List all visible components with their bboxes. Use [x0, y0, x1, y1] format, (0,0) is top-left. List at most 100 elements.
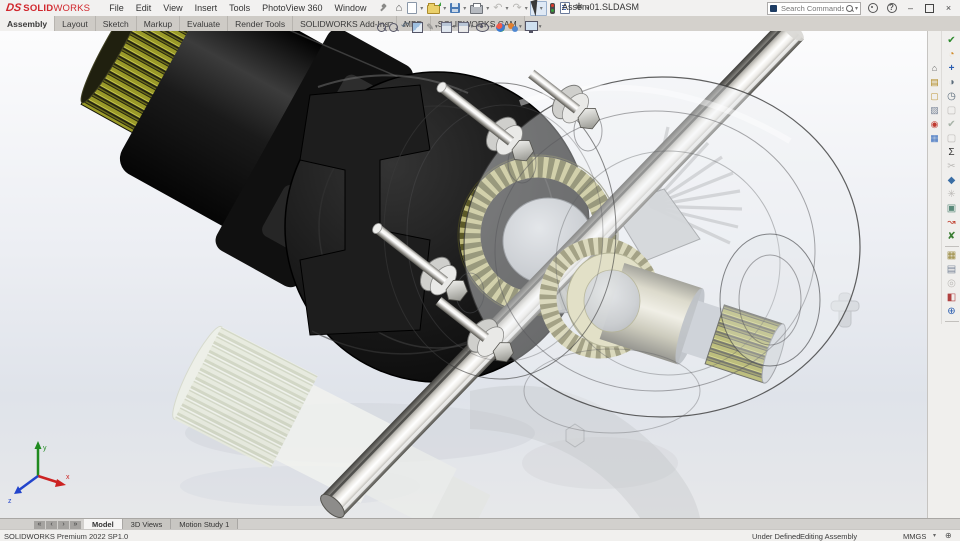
units-selector[interactable]: MMGS [903, 532, 926, 541]
scroll-first-button[interactable]: « [34, 520, 45, 529]
menu-edit[interactable]: Edit [131, 2, 157, 14]
tab-render-tools[interactable]: Render Tools [228, 16, 294, 31]
curvature-icon[interactable]: ▢ [947, 104, 956, 118]
title-bar: DS SOLID WORKS File Edit View Insert Tool… [0, 0, 960, 17]
tab-markup[interactable]: Markup [136, 16, 181, 31]
save-caret[interactable]: ▾ [463, 5, 466, 12]
globe-icon[interactable]: ⊕ [945, 531, 952, 540]
spell-checker-icon[interactable]: ✔ [947, 34, 955, 48]
new-document-button[interactable] [405, 1, 419, 15]
performance-evaluation-icon[interactable]: ◷ [947, 90, 956, 104]
deviation-icon[interactable]: ▢ [947, 132, 956, 146]
scroll-last-button[interactable]: » [70, 520, 81, 529]
rebuild-button[interactable] [548, 1, 557, 15]
search-icon[interactable] [845, 5, 853, 12]
ds-logo-icon: DS [5, 2, 23, 14]
undo-button[interactable]: ↶ [491, 1, 504, 15]
file-explorer-tab[interactable]: ▢ [930, 91, 939, 101]
view-settings-button[interactable]: ▾ [524, 21, 542, 33]
scroll-prev-button[interactable]: ‹ [46, 520, 57, 529]
new-caret[interactable]: ▾ [420, 5, 423, 12]
tools-toolbar: ✔ ◔ + ◑ ◷ ▢ ✔ ▢ Σ ✂ ◆ ✳ ▣ ↝ ✘ ▦ ▤ ◎ ◧ ⊕ [941, 31, 960, 324]
menu-view[interactable]: View [158, 2, 187, 14]
section-view-icon[interactable]: ▤ [947, 263, 956, 277]
costing-icon[interactable]: ◆ [948, 174, 956, 188]
zoom-to-area-button[interactable] [388, 21, 398, 32]
add-icon[interactable]: ⊕ [947, 305, 955, 319]
tab-evaluate[interactable]: Evaluate [180, 16, 229, 31]
search-caret-icon[interactable]: ▾ [855, 5, 858, 12]
zoom-to-fit-button[interactable] [377, 22, 386, 32]
triad-z-label: z [8, 498, 12, 505]
redo-button[interactable]: ↷ [510, 1, 523, 15]
print-caret[interactable]: ▾ [486, 5, 489, 12]
menu-window[interactable]: Window [330, 2, 372, 14]
previous-view-button[interactable]: ↶ [401, 22, 409, 32]
eye-icon [476, 22, 490, 32]
menu-file[interactable]: File [104, 2, 129, 14]
equations-icon[interactable]: Σ [948, 146, 954, 160]
mass-properties-icon[interactable]: ◑ [948, 76, 954, 90]
view-cube-icon [440, 21, 452, 33]
pin-menu-icon[interactable] [378, 3, 388, 13]
trim-icon[interactable]: ✂ [947, 160, 955, 174]
resources-tab[interactable]: ⌂ [932, 63, 937, 73]
section-view-button[interactable] [412, 21, 424, 33]
view-orientation-button[interactable]: ▾ [440, 21, 455, 33]
close-button[interactable]: × [939, 1, 958, 15]
toolbar-separator [944, 321, 959, 322]
custom-properties-tab[interactable]: ▦ [930, 133, 939, 143]
display-style-button[interactable]: ▾ [458, 21, 473, 33]
home-button[interactable]: ⌂ [394, 1, 405, 15]
edit-appearance-button[interactable] [496, 22, 505, 32]
hide-show-items-button[interactable]: ▾ [476, 22, 493, 32]
print-button[interactable] [468, 1, 485, 15]
move-component-icon[interactable]: + [949, 62, 955, 76]
help-button[interactable]: ? [882, 1, 901, 15]
restore-icon [925, 3, 934, 13]
tab-layout[interactable]: Layout [55, 16, 96, 31]
measure-icon[interactable]: ◔ [948, 48, 954, 62]
undo-caret[interactable]: ▾ [505, 5, 508, 12]
save-button[interactable] [448, 1, 462, 15]
open-button[interactable] [425, 1, 442, 15]
check-active-doc-icon[interactable]: ✔ [947, 118, 955, 132]
login-button[interactable] [863, 1, 882, 15]
menu-tools[interactable]: Tools [224, 2, 255, 14]
right-panel: ⌂ ▤ ▢ ▨ ◉ ▦ ✔ ◔ + ◑ ◷ ▢ ✔ ▢ Σ ✂ ◆ ✳ ▣ ↝ … [927, 31, 960, 518]
copy-settings-icon[interactable]: ▣ [947, 202, 956, 216]
units-caret-icon[interactable]: ▾ [933, 532, 936, 539]
select-tool-button[interactable]: ▾ [529, 0, 547, 17]
print-icon [470, 3, 484, 14]
compare-icon[interactable]: ◧ [947, 291, 956, 305]
export-icon[interactable]: ✘ [947, 230, 955, 244]
verify-icon[interactable]: ◎ [947, 277, 956, 291]
heads-up-view-toolbar: ↶ ✎ ▾ ▾ ▾ ▾ ▾ ▾ [377, 20, 542, 34]
tab-assembly[interactable]: Assembly [0, 16, 56, 31]
search-commands-box[interactable]: ▾ [767, 2, 861, 15]
solidworks-window: { "colors":{"brand_red":"#d1282e","title… [0, 0, 960, 541]
appearances-tab[interactable]: ◉ [931, 119, 939, 129]
curve-icon[interactable]: ↝ [947, 216, 955, 230]
view-palette-tab[interactable]: ▨ [930, 105, 939, 115]
menu-photoview[interactable]: PhotoView 360 [257, 2, 327, 14]
search-scope-icon[interactable] [770, 5, 777, 12]
design-library-tab[interactable]: ▤ [930, 77, 939, 87]
search-input[interactable] [779, 3, 846, 14]
restore-button[interactable] [920, 1, 939, 15]
help-icon: ? [886, 3, 897, 13]
scene-icon [508, 22, 518, 32]
open-icon [427, 2, 442, 14]
dynamic-annotation-button[interactable]: ✎ ▾ [426, 22, 437, 32]
scroll-next-button[interactable]: › [58, 520, 69, 529]
redo-caret[interactable]: ▾ [525, 5, 528, 12]
minimize-button[interactable]: – [901, 1, 920, 15]
undo-icon: ↶ [493, 2, 503, 14]
image-quality-icon[interactable]: ▦ [947, 249, 956, 263]
apply-scene-button[interactable]: ▾ [508, 22, 522, 32]
sustainability-icon[interactable]: ✳ [947, 188, 955, 202]
graphics-area[interactable]: y x z [0, 31, 928, 518]
open-caret[interactable]: ▾ [443, 5, 446, 12]
menu-insert[interactable]: Insert [190, 2, 223, 14]
tab-sketch[interactable]: Sketch [95, 16, 137, 31]
